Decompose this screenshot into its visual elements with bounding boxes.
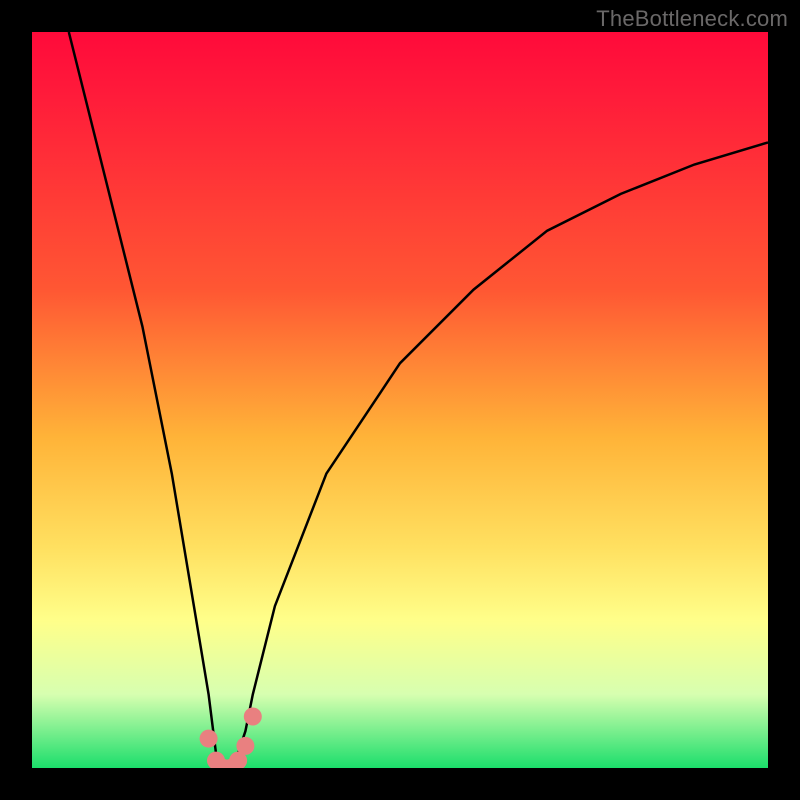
data-marker xyxy=(236,737,254,755)
data-marker xyxy=(244,708,262,726)
data-marker xyxy=(200,730,218,748)
chart-frame: TheBottleneck.com xyxy=(0,0,800,800)
watermark-text: TheBottleneck.com xyxy=(596,6,788,32)
bottleneck-curve xyxy=(69,32,768,768)
plot-area xyxy=(32,32,768,768)
curve-svg xyxy=(32,32,768,768)
